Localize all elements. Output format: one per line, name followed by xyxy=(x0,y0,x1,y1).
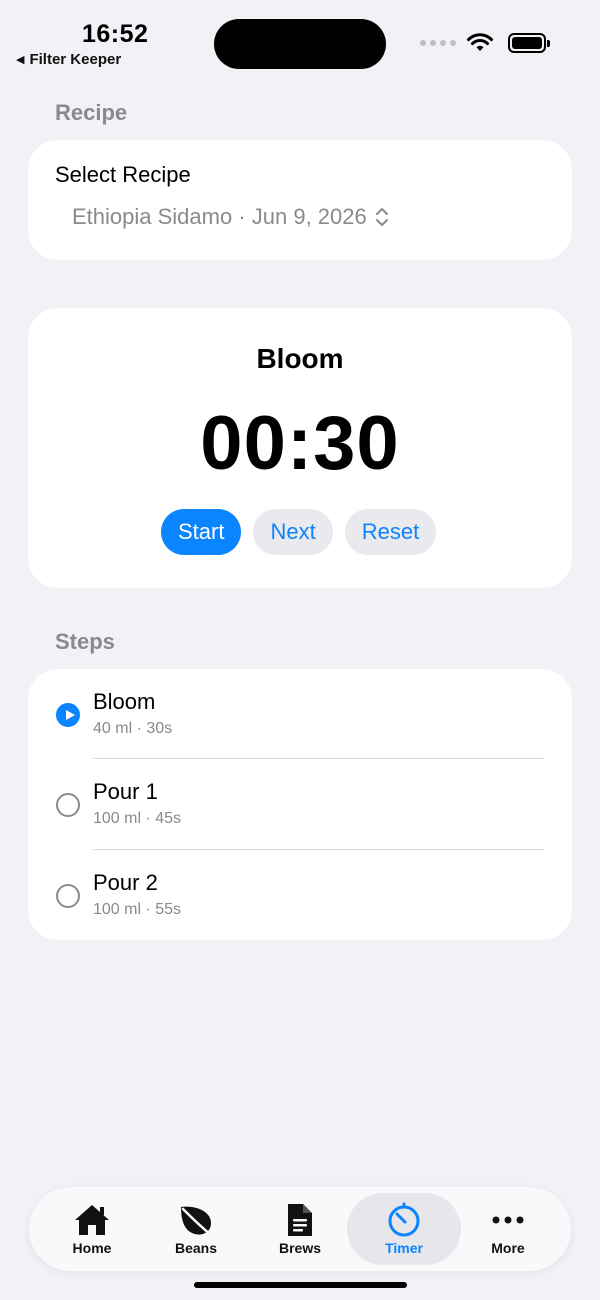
recipe-picker[interactable]: Ethiopia Sidamo · Jun 9, 2026 xyxy=(72,204,389,230)
status-time: 16:52 xyxy=(82,20,149,48)
step-title: Bloom xyxy=(93,689,156,714)
status-indicators xyxy=(420,33,550,53)
tab-home[interactable]: Home xyxy=(35,1193,149,1265)
empty-radio-icon xyxy=(56,793,80,817)
tab-label: More xyxy=(491,1240,525,1256)
document-icon xyxy=(288,1204,312,1236)
tab-label: Timer xyxy=(385,1240,423,1256)
tab-label: Brews xyxy=(278,1240,322,1256)
dynamic-island xyxy=(214,19,386,69)
timer-card: Bloom 00:30 Start Next Reset xyxy=(28,308,572,588)
tab-more[interactable]: More xyxy=(451,1193,565,1265)
steps-section-header: Steps xyxy=(55,629,115,654)
tab-beans[interactable]: Beans xyxy=(139,1193,253,1265)
tab-timer[interactable]: Timer xyxy=(347,1193,461,1265)
tab-label: Beans xyxy=(174,1240,218,1256)
recipe-picker-value: Ethiopia Sidamo · Jun 9, 2026 xyxy=(72,204,367,229)
start-button[interactable]: Start xyxy=(161,509,242,555)
step-detail: 100 ml · 45s xyxy=(93,810,182,827)
wifi-icon xyxy=(467,33,493,51)
timer-controls: Start Next Reset xyxy=(161,509,437,555)
next-button[interactable]: Next xyxy=(253,509,333,555)
tab-bar: Home Beans Brews Timer More xyxy=(29,1187,571,1271)
battery-icon xyxy=(508,33,550,53)
back-link-label: Filter Keeper xyxy=(29,51,122,68)
step-row[interactable]: Pour 1 100 ml · 45s xyxy=(28,759,572,849)
house-icon xyxy=(75,1205,109,1235)
empty-radio-icon xyxy=(56,884,80,908)
tab-label: Home xyxy=(72,1240,112,1256)
step-detail: 40 ml · 30s xyxy=(93,720,173,737)
tab-brews[interactable]: Brews xyxy=(243,1193,357,1265)
recipe-card: Select Recipe Ethiopia Sidamo · Jun 9, 2… xyxy=(28,140,572,260)
chevron-up-down-icon xyxy=(375,208,388,226)
current-step-name: Bloom xyxy=(256,343,344,374)
step-detail: 100 ml · 55s xyxy=(93,901,182,918)
leaf-icon xyxy=(181,1206,213,1237)
home-indicator[interactable] xyxy=(194,1282,407,1288)
timer-display: 00:30 xyxy=(200,401,400,486)
step-row[interactable]: Bloom 40 ml · 30s xyxy=(28,669,572,759)
back-to-app-link[interactable]: ◀ Filter Keeper xyxy=(16,51,121,68)
step-row[interactable]: Pour 2 100 ml · 55s xyxy=(28,850,572,940)
ellipsis-icon xyxy=(492,1216,524,1224)
select-recipe-label: Select Recipe xyxy=(55,162,191,187)
recipe-section-header: Recipe xyxy=(55,100,128,125)
back-triangle-icon: ◀ xyxy=(16,54,25,66)
reset-button[interactable]: Reset xyxy=(344,509,437,555)
cellular-signal-icon xyxy=(420,40,456,46)
timer-icon xyxy=(388,1202,420,1237)
step-title: Pour 1 xyxy=(93,779,158,804)
steps-list: Bloom 40 ml · 30s Pour 1 100 ml · 45s Po… xyxy=(28,669,572,940)
play-radio-icon xyxy=(56,703,80,727)
step-title: Pour 2 xyxy=(93,870,158,895)
